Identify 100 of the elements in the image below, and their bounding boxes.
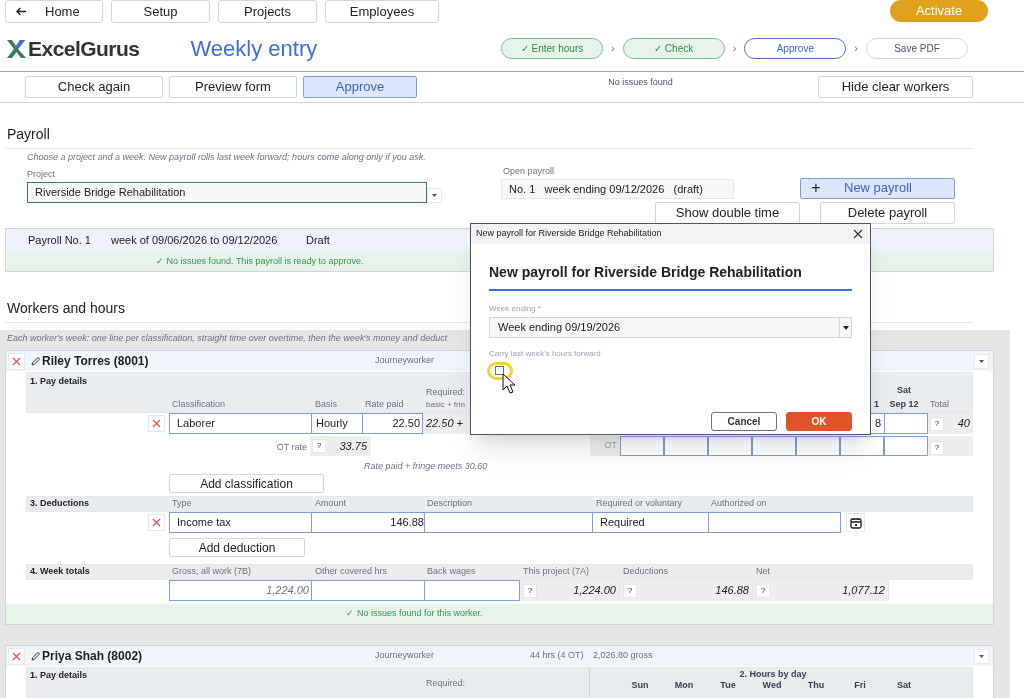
column-header: Fri (854, 680, 866, 690)
input-field[interactable] (840, 436, 884, 456)
input-field[interactable] (312, 580, 424, 601)
column-header: Description (427, 498, 473, 509)
help-button[interactable]: ? (312, 439, 326, 453)
toolbar-button[interactable]: Preview form (169, 76, 297, 98)
help-button[interactable]: ? (756, 583, 770, 598)
x-icon (12, 651, 21, 661)
step-pill[interactable]: Save PDF (866, 38, 968, 59)
calendar-button[interactable] (846, 513, 865, 532)
dialog-title: New payroll for Riverside Bridge Rehabilitation (476, 227, 662, 241)
step-pill[interactable]: ✓ Enter hours (501, 38, 603, 59)
input-field[interactable] (752, 436, 796, 456)
column-header: Sun (631, 680, 649, 690)
input-field[interactable]: 1,224.00 (169, 580, 312, 601)
x-icon (152, 419, 161, 428)
column-header: Net (756, 566, 770, 577)
section-title: 1. Pay details (30, 670, 88, 680)
home-button[interactable]: Home (5, 0, 103, 23)
caret-icon (979, 359, 984, 363)
input-field[interactable]: Income tax (169, 512, 312, 533)
input-field[interactable] (424, 512, 593, 533)
dropdown-button[interactable] (974, 353, 989, 369)
worker-type: Journeyworker (375, 649, 436, 663)
payroll-number: Payroll No. 1 (28, 233, 92, 249)
field-label: Open payroll (502, 165, 556, 178)
input-field[interactable]: Hourly (312, 413, 362, 434)
close-icon (853, 229, 863, 239)
column-header: Basis (315, 398, 337, 409)
column-header: Authorized on (711, 498, 767, 509)
section-heading: Payroll (6, 126, 50, 142)
dropdown-button[interactable] (974, 648, 989, 664)
column-header: Sat (897, 680, 911, 690)
column-header: Back wages (427, 566, 476, 577)
hide-clear-workers-button[interactable]: Hide clear workers (818, 76, 973, 98)
help-button[interactable]: ? (523, 583, 537, 598)
open-payroll-field[interactable]: No. 1 week ending 09/12/2026 (draft) (501, 178, 734, 199)
row-label: OT (603, 439, 618, 453)
close-button[interactable] (852, 228, 864, 240)
nav-tab[interactable]: Projects (218, 0, 317, 23)
toolbar-button[interactable]: Check again (25, 76, 163, 98)
input-field[interactable] (884, 436, 928, 456)
remove-button[interactable] (8, 647, 25, 665)
pencil-icon (31, 356, 41, 366)
hint-text: Each worker's week: one line per classification, straight time over overtime, then the week's money and deduct (7, 332, 448, 345)
column-header: Type (172, 498, 192, 509)
step-separator: › (611, 41, 615, 57)
plus-icon: + (801, 176, 831, 200)
table-cell-text: 1,224.00 (573, 583, 617, 599)
cursor-icon (502, 373, 516, 395)
toolbar-button[interactable]: Approve (303, 76, 417, 98)
input-field[interactable]: Laborer (169, 413, 312, 434)
input-field[interactable] (708, 512, 841, 533)
column-header: 2. Hours by day (739, 669, 807, 679)
worker-type: Journeyworker (375, 354, 435, 368)
column-header: Mon (674, 680, 694, 690)
x-icon (152, 518, 161, 527)
new-payroll-button[interactable]: + New payroll (800, 177, 955, 199)
status-text: No issues found (608, 76, 673, 89)
input-field[interactable]: Required (593, 512, 708, 533)
input-field[interactable] (424, 580, 520, 601)
add-button[interactable]: Add classification (169, 474, 324, 493)
step-separator: › (854, 41, 858, 57)
payroll-state: Draft (306, 233, 330, 249)
remove-button[interactable] (8, 352, 25, 370)
section-title: 1. Pay details (30, 376, 88, 386)
project-select[interactable]: Riverside Bridge Rehabilitation (27, 182, 427, 203)
nav-tab[interactable]: Employees (325, 0, 439, 23)
help-button[interactable]: ? (623, 583, 637, 598)
column-header: Required or voluntary (596, 498, 683, 509)
field-label: Project (27, 167, 56, 181)
column-header: Rate paid (365, 398, 404, 409)
back-arrow-icon (16, 7, 27, 16)
dialog-heading: New payroll for Riverside Bridge Rehabilitation (489, 264, 802, 280)
field-label: OT rate (276, 441, 307, 452)
checkbox[interactable] (495, 366, 504, 375)
add-button[interactable]: Add deduction (169, 538, 305, 557)
input-field[interactable]: 146.88 (312, 512, 424, 533)
input-field[interactable] (796, 436, 840, 456)
dialog-button[interactable]: OK (786, 412, 852, 431)
input-field[interactable]: 22.50 (362, 413, 423, 434)
nav-tab[interactable]: Setup (111, 0, 210, 23)
note-text: Rate paid + fringe meets 30.60 (364, 461, 488, 471)
column-header: 1 (874, 398, 879, 409)
worker-name: Riley Torres (8001) (42, 353, 149, 370)
remove-button[interactable] (148, 514, 165, 531)
step-pill[interactable]: ✓ Check (622, 38, 725, 59)
column-header: Required: (426, 678, 466, 688)
remove-button[interactable] (148, 415, 165, 432)
column-header: Thu (807, 680, 825, 690)
dialog-button[interactable]: Cancel (711, 412, 777, 431)
pencil-icon (31, 651, 41, 661)
help-button[interactable]: ? (930, 416, 944, 431)
input-field[interactable] (708, 436, 752, 456)
input-field[interactable] (620, 436, 664, 456)
help-button[interactable]: ? (930, 440, 944, 455)
dropdown-button[interactable] (427, 188, 442, 203)
week-select[interactable]: Week ending 09/19/2026 (489, 317, 852, 338)
step-pill[interactable]: Approve (744, 38, 847, 59)
input-field[interactable] (664, 436, 708, 456)
